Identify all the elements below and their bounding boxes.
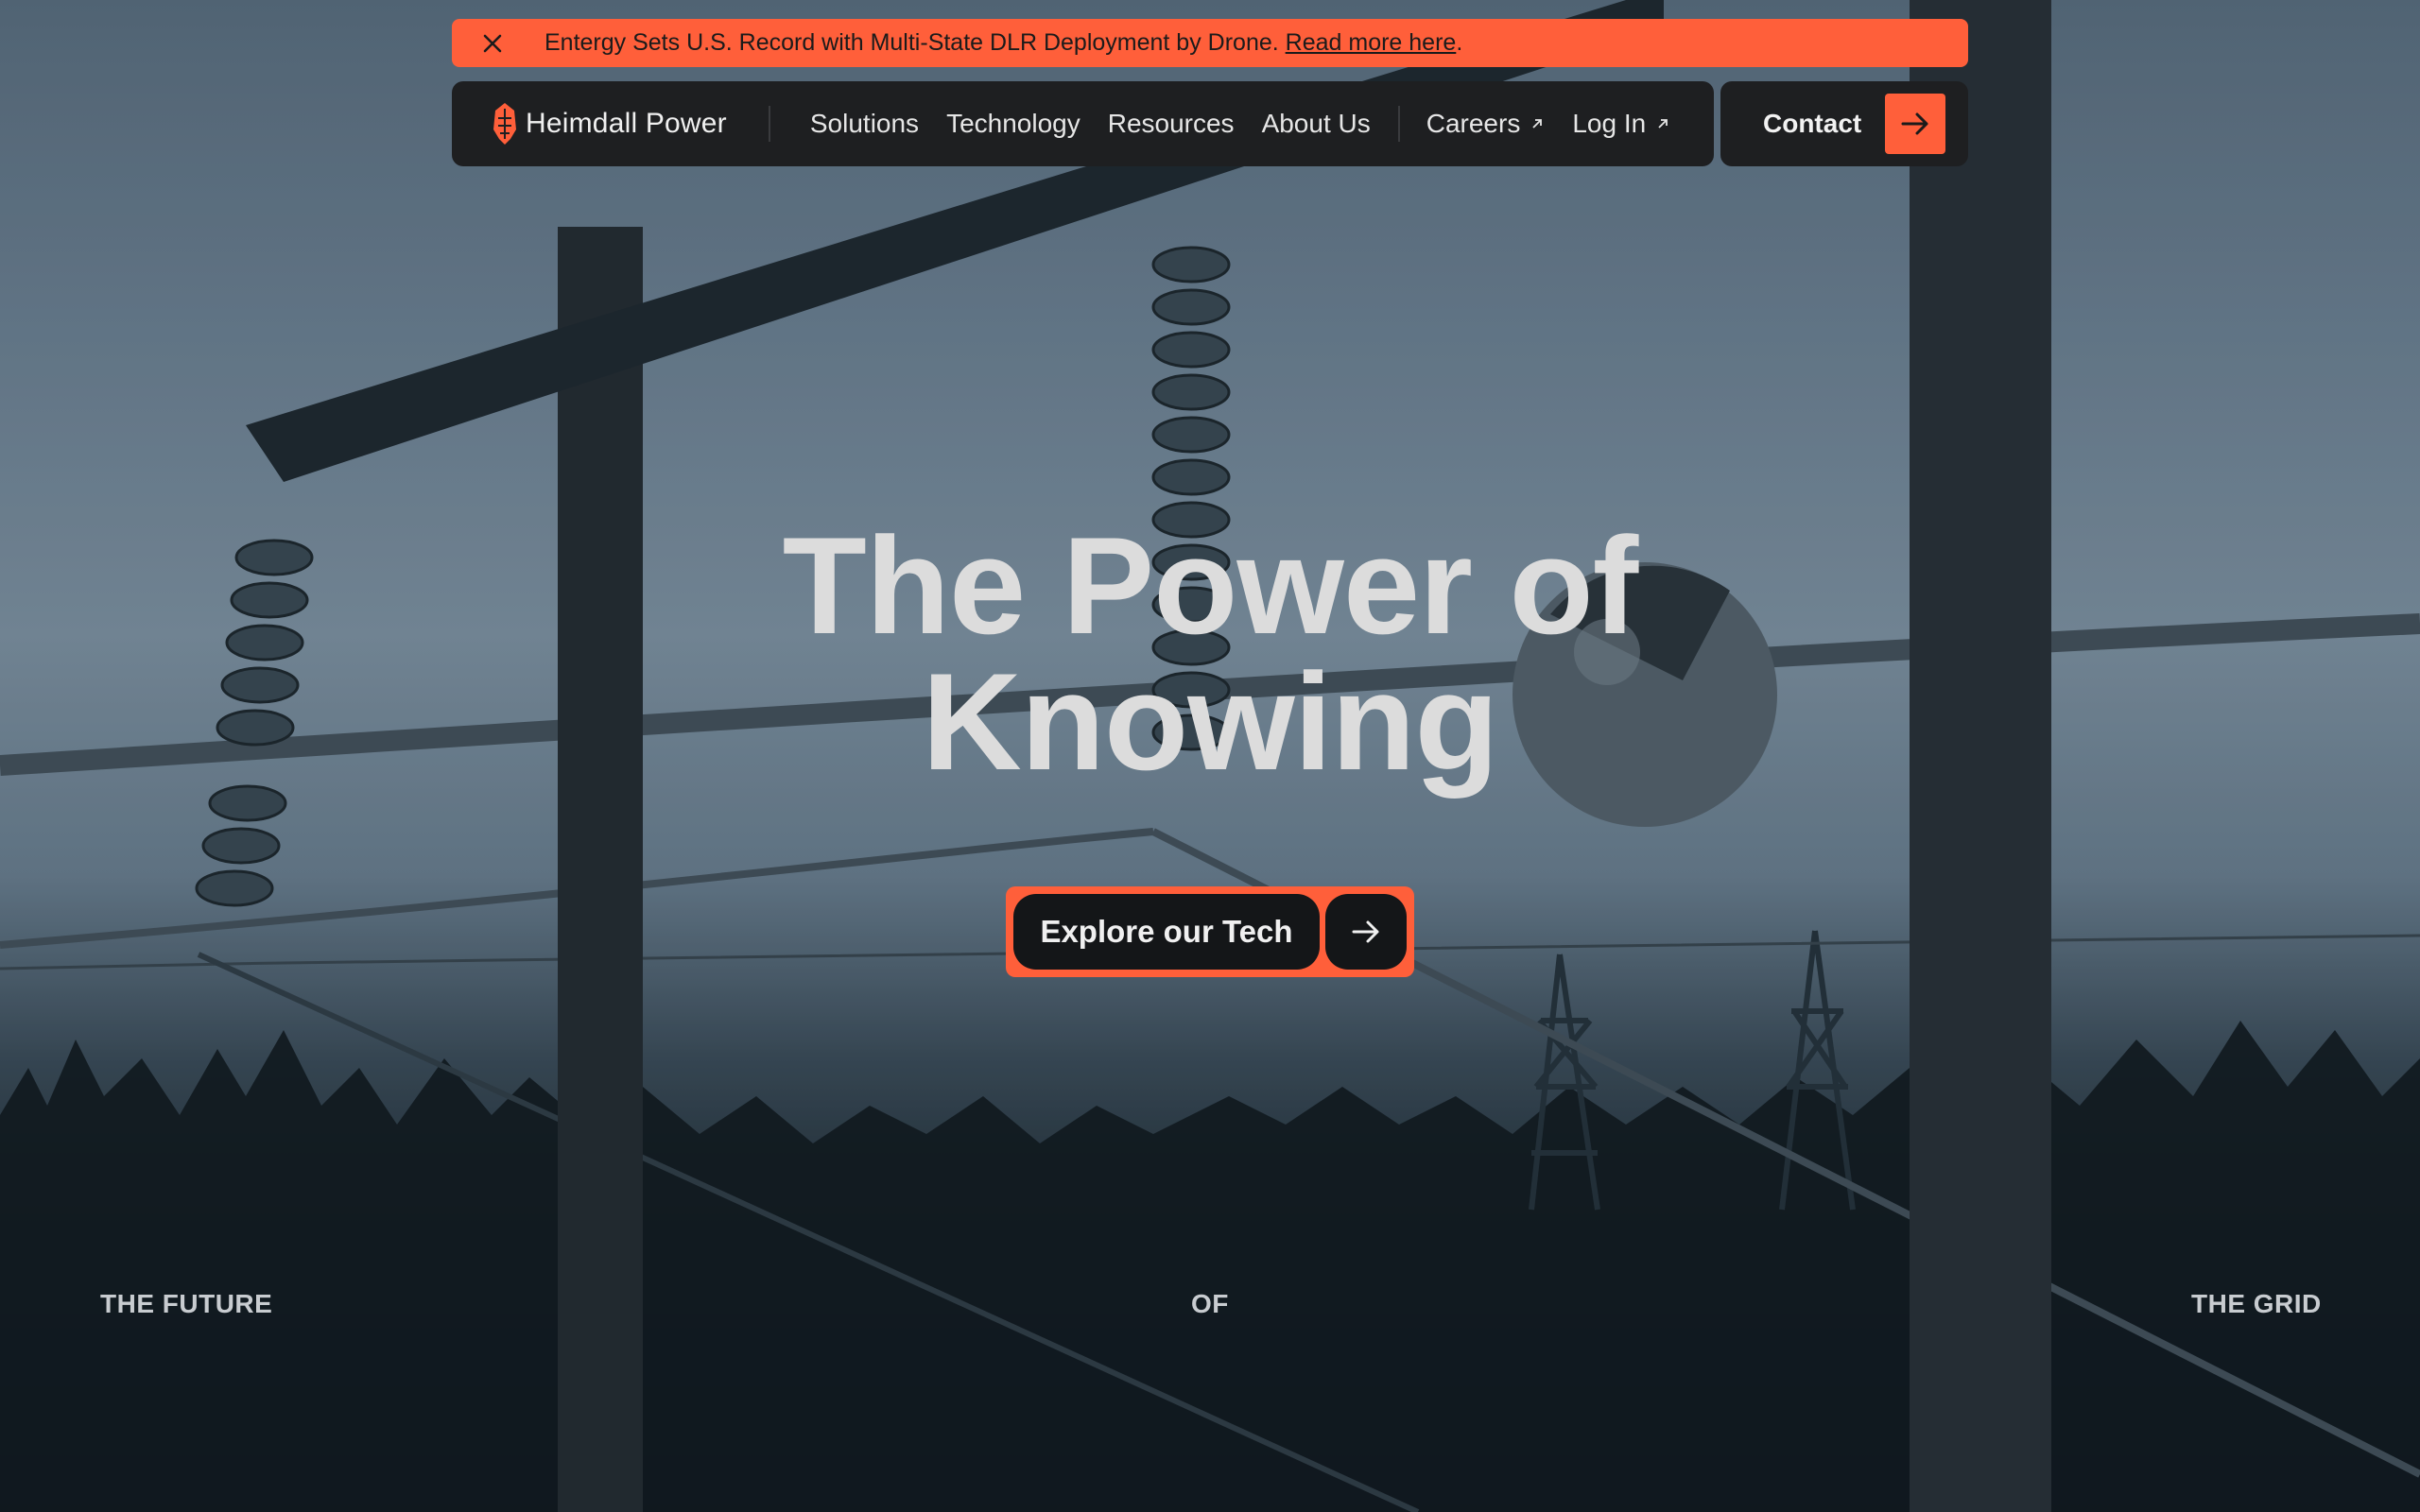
contact-button[interactable]: Contact [1763, 109, 1861, 139]
announcement-read-more-link[interactable]: Read more here [1286, 29, 1457, 56]
explore-tech-cta: Explore our Tech [1006, 886, 1414, 977]
explore-tech-arrow-button[interactable] [1325, 894, 1407, 970]
tagline-right: THE GRID [2191, 1289, 2322, 1318]
logo[interactable]: Heimdall Power [492, 101, 727, 146]
external-arrow-icon [1532, 119, 1543, 129]
arrow-right-icon [1901, 112, 1928, 135]
tagline-left: THE FUTURE [100, 1289, 273, 1318]
nav-item-technology[interactable]: Technology [946, 109, 1080, 139]
nav-item-log-in-label: Log In [1572, 109, 1647, 138]
nav-item-solutions[interactable]: Solutions [810, 109, 919, 139]
nav-item-log-in[interactable]: Log In [1572, 109, 1670, 139]
nav-item-resources[interactable]: Resources [1108, 109, 1235, 139]
nav-divider [1397, 106, 1400, 142]
hero-headline: The Power of Knowing [0, 508, 2420, 799]
tagline-middle: OF [1191, 1289, 1229, 1318]
announcement-text: Entergy Sets U.S. Record with Multi-Stat… [544, 29, 1463, 56]
logo-text: Heimdall Power [526, 108, 727, 139]
hero-headline-line-2: Knowing [922, 644, 1498, 799]
heimdall-logo-icon [493, 103, 516, 145]
contact-box: Contact [1720, 81, 1968, 166]
nav-item-about-us[interactable]: About Us [1262, 109, 1371, 139]
external-arrow-icon [1658, 119, 1668, 129]
nav-item-careers-label: Careers [1426, 109, 1521, 138]
announcement-bar: Entergy Sets U.S. Record with Multi-Stat… [452, 19, 1968, 67]
hero-headline-line-1: The Power of [782, 508, 1639, 662]
nav-item-careers[interactable]: Careers [1426, 109, 1546, 139]
nav-divider [768, 106, 770, 142]
close-icon[interactable] [478, 29, 507, 58]
contact-arrow-button[interactable] [1885, 94, 1945, 154]
main-nav: Heimdall Power Solutions Technology Reso… [452, 81, 1714, 166]
arrow-right-icon [1352, 920, 1379, 943]
explore-tech-button[interactable]: Explore our Tech [1013, 894, 1320, 970]
